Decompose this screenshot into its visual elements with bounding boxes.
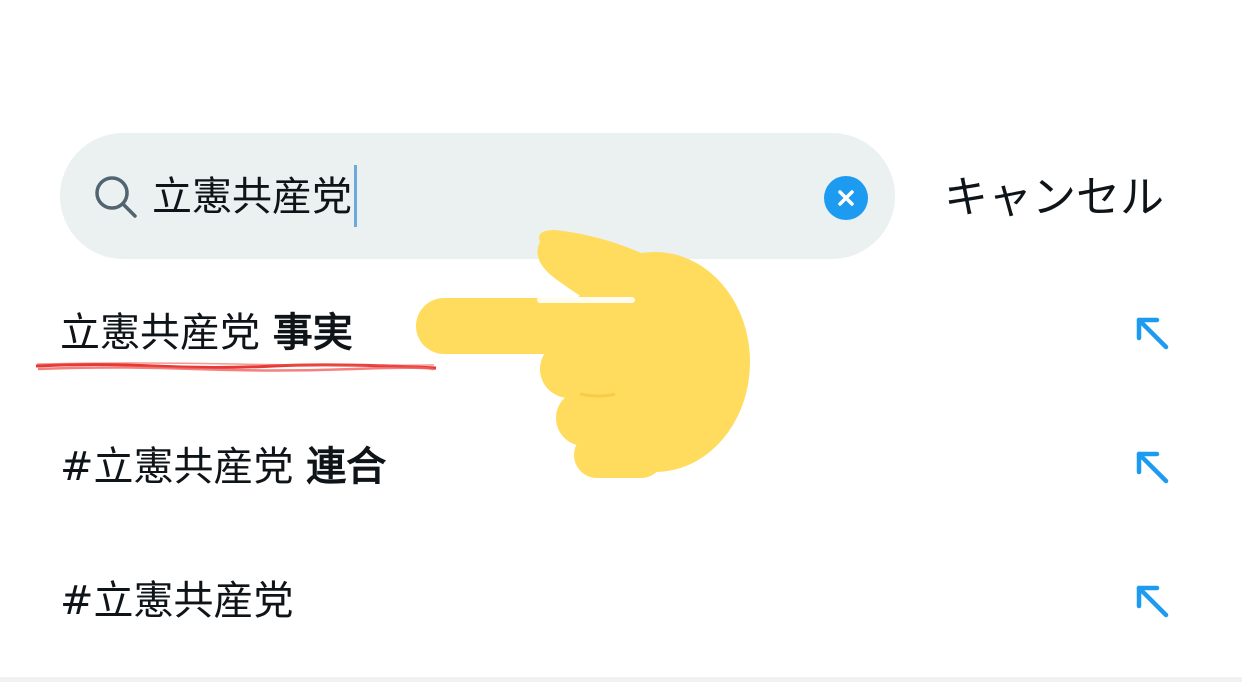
red-underline-annotation: [35, 362, 437, 372]
suggestion-label: 立憲共産党 事実: [60, 306, 353, 360]
search-input[interactable]: 立憲共産党: [152, 165, 357, 227]
suggestion-text: #立憲共産党: [60, 444, 294, 490]
suggestion-completion: 連合: [306, 444, 387, 490]
suggestion-completion: 事実: [272, 310, 353, 356]
arrow-up-left-icon[interactable]: [1133, 314, 1171, 352]
suggestion-text: 立憲共産党: [60, 310, 260, 356]
arrow-up-left-icon[interactable]: [1133, 582, 1171, 620]
clear-icon: [838, 190, 854, 206]
clear-search-button[interactable]: [824, 176, 868, 220]
suggestion-text: #立憲共産党: [60, 578, 294, 624]
search-screen: 立憲共産党 キャンセル 立憲共産党 事実 #立憲共産党 連合 #立憲共産党: [0, 0, 1242, 682]
suggestion-item-3[interactable]: #立憲共産党: [0, 550, 1242, 650]
pointing-hand-emoji: [416, 230, 750, 478]
search-icon: [95, 176, 137, 218]
suggestion-label: #立憲共産党 連合: [60, 440, 386, 494]
text-caret: [354, 165, 357, 227]
arrow-up-left-icon[interactable]: [1133, 448, 1171, 486]
cancel-button[interactable]: キャンセル: [944, 168, 1164, 228]
bottom-divider: [0, 677, 1242, 682]
search-query: 立憲共産党: [152, 174, 352, 220]
suggestion-label: #立憲共産党: [60, 574, 294, 628]
